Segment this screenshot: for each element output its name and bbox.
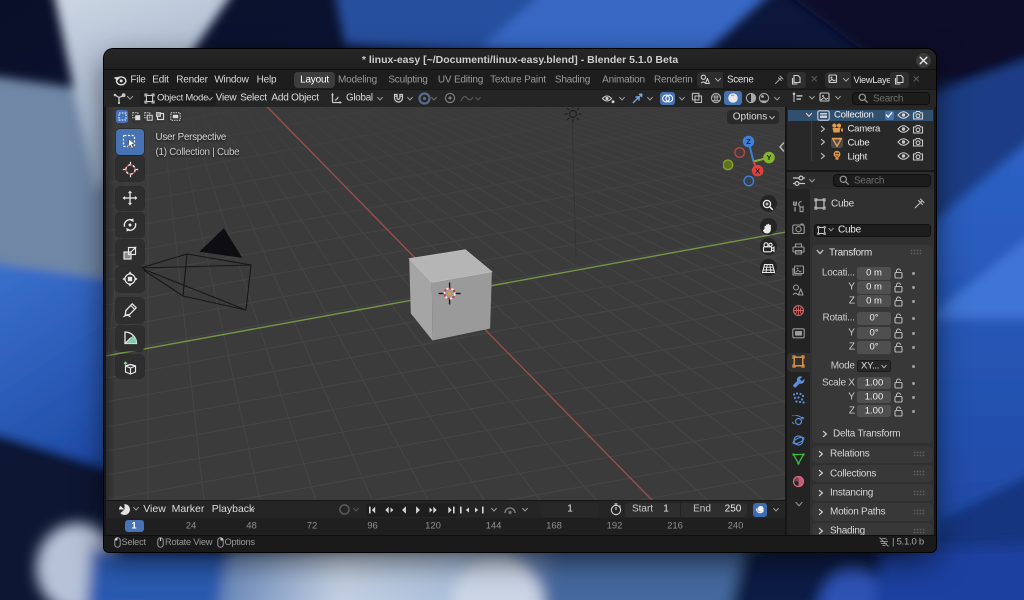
svg-text:Y: Y [766, 153, 771, 162]
svg-text:X: X [755, 166, 760, 175]
svg-text:Z: Z [746, 137, 751, 146]
